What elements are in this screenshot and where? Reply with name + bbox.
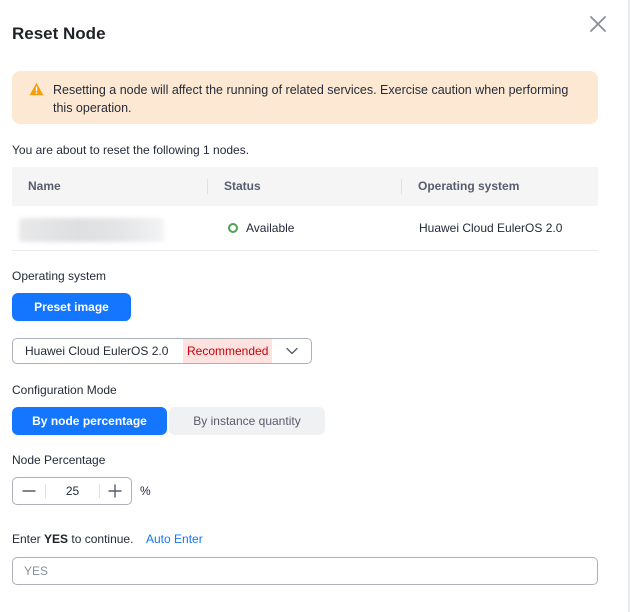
confirm-instruction: Enter YES to continue. (12, 532, 133, 546)
confirm-keyword: YES (44, 532, 69, 546)
node-os: Huawei Cloud EulerOS 2.0 (419, 221, 563, 235)
column-header-status: Status (224, 179, 261, 193)
warning-triangle-icon (29, 82, 44, 96)
node-percentage-label: Node Percentage (12, 453, 106, 467)
os-select[interactable]: Huawei Cloud EulerOS 2.0 Recommended (12, 338, 312, 364)
recommended-tag: Recommended (183, 339, 273, 363)
node-status-text: Available (246, 221, 295, 235)
node-status: Available (228, 206, 294, 250)
node-name-redacted (19, 218, 164, 242)
node-percentage-value[interactable]: 25 (46, 478, 99, 504)
tab-by-instance-quantity[interactable]: By instance quantity (169, 407, 325, 435)
os-label: Operating system (12, 269, 107, 283)
table-row: Available Huawei Cloud EulerOS 2.0 (12, 206, 598, 251)
column-divider (401, 179, 402, 194)
percent-unit: % (140, 484, 151, 498)
reset-intro-text: You are about to reset the following 1 n… (12, 143, 250, 157)
os-select-value: Huawei Cloud EulerOS 2.0 (25, 344, 169, 358)
auto-enter-link[interactable]: Auto Enter (146, 532, 203, 546)
column-header-name: Name (28, 179, 61, 193)
reset-node-dialog: Reset Node Resetting a node will affect … (0, 0, 630, 612)
column-divider (207, 179, 208, 194)
chevron-down-icon (285, 345, 299, 357)
table-header: Name Status Operating system (12, 167, 598, 206)
status-available-icon (228, 222, 238, 233)
confirm-prefix: Enter (12, 532, 41, 546)
increment-button[interactable] (99, 478, 131, 504)
confirm-input[interactable] (12, 557, 598, 585)
node-percentage-stepper: 25 (12, 477, 132, 505)
tab-by-node-percentage[interactable]: By node percentage (12, 407, 167, 435)
preset-image-button[interactable]: Preset image (12, 293, 131, 321)
confirm-suffix: to continue. (71, 532, 134, 546)
config-mode-label: Configuration Mode (12, 383, 117, 397)
column-header-os: Operating system (418, 179, 520, 193)
warning-banner: Resetting a node will affect the running… (12, 71, 598, 124)
decrement-button[interactable] (13, 478, 45, 504)
nodes-table: Name Status Operating system Available H… (12, 167, 598, 251)
close-icon[interactable] (586, 12, 610, 36)
dialog-title: Reset Node (12, 24, 106, 43)
warning-text: Resetting a node will affect the running… (53, 83, 569, 115)
